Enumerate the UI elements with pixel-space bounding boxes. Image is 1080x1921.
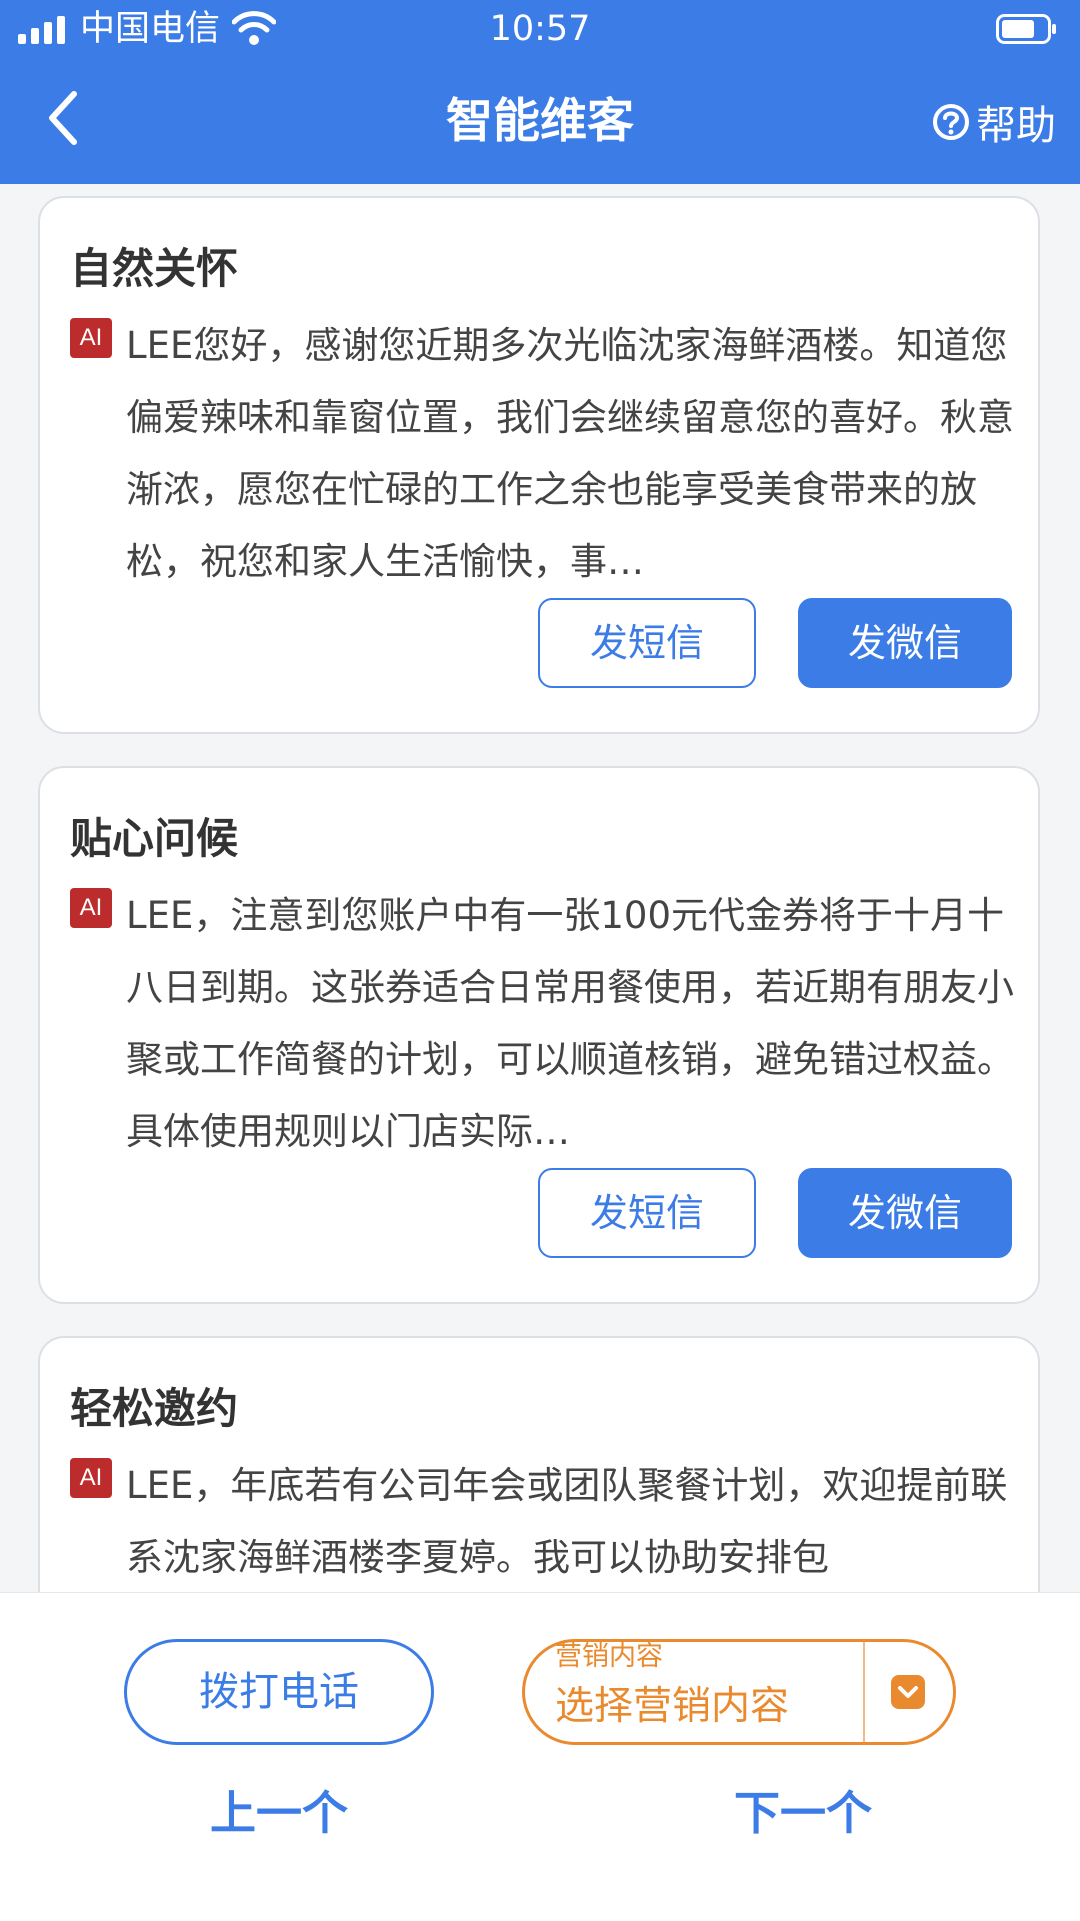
card-title: 贴心问候	[70, 814, 239, 863]
card-title: 自然关怀	[70, 244, 239, 293]
top-bar: 中国电信 10:57 智能维客 帮助	[0, 0, 1080, 184]
call-button[interactable]: 拨打电话	[124, 1639, 434, 1745]
send-wechat-button[interactable]: 发微信	[798, 1168, 1012, 1258]
marketing-content-select[interactable]: 营销内容 选择营销内容	[522, 1639, 956, 1745]
card-message-text: LEE，年底若有公司年会或团队聚餐计划，欢迎提前联系沈家海鲜酒楼李夏婷。我可以协…	[126, 1464, 1008, 1579]
bottom-action-bar: 拨打电话 营销内容 选择营销内容 上一个 下一个	[0, 1592, 1080, 1921]
ai-badge: AI	[70, 318, 112, 358]
ai-badge: AI	[70, 1458, 112, 1498]
send-wechat-button[interactable]: 发微信	[798, 598, 1012, 688]
battery-icon	[996, 14, 1056, 44]
card-title: 轻松邀约	[70, 1384, 239, 1433]
message-card: 轻松邀约 AI LEE，年底若有公司年会或团队聚餐计划，欢迎提前联系沈家海鲜酒楼…	[38, 1336, 1040, 1592]
message-card: 贴心问候 AI LEE，注意到您账户中有一张100元代金券将于十月十八日到期。这…	[38, 766, 1040, 1304]
status-bar: 中国电信 10:57	[0, 0, 1080, 58]
page-title: 智能维客	[446, 94, 634, 149]
message-card: 自然关怀 AI LEE您好，感谢您近期多次光临沈家海鲜酒楼。知道您偏爱辣味和靠窗…	[38, 196, 1040, 734]
send-sms-button[interactable]: 发短信	[538, 1168, 756, 1258]
card-message-text: LEE您好，感谢您近期多次光临沈家海鲜酒楼。知道您偏爱辣味和靠窗位置，我们会继续…	[126, 324, 1014, 583]
help-button[interactable]: 帮助	[932, 94, 1056, 150]
help-label: 帮助	[976, 103, 1056, 149]
ai-badge: AI	[70, 888, 112, 928]
previous-button[interactable]: 上一个	[210, 1783, 348, 1843]
select-divider	[863, 1642, 865, 1742]
select-label: 营销内容	[555, 1641, 663, 1672]
message-list[interactable]: 自然关怀 AI LEE您好，感谢您近期多次光临沈家海鲜酒楼。知道您偏爱辣味和靠窗…	[0, 184, 1080, 1592]
select-value: 选择营销内容	[555, 1684, 790, 1729]
send-sms-button[interactable]: 发短信	[538, 598, 756, 688]
nav-bar: 智能维客 帮助	[0, 58, 1080, 184]
chevron-down-icon[interactable]	[891, 1675, 925, 1709]
help-circle-icon	[933, 104, 969, 140]
next-button[interactable]: 下一个	[734, 1783, 872, 1843]
card-message-text: LEE，注意到您账户中有一张100元代金券将于十月十八日到期。这张券适合日常用餐…	[126, 894, 1014, 1153]
status-time: 10:57	[489, 9, 591, 49]
